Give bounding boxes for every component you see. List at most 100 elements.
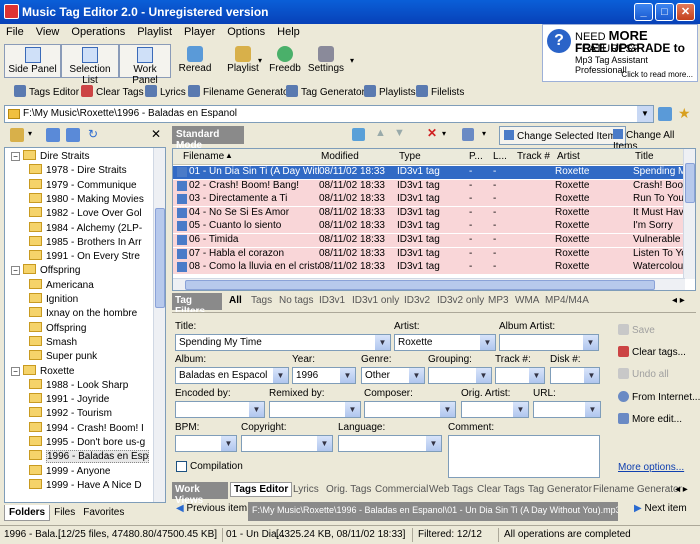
disk-dropdown-icon[interactable]: ▼: [584, 368, 599, 383]
tree-node[interactable]: 1979 - Communique: [29, 178, 137, 193]
playlist-dropdown-icon[interactable]: ▾: [258, 56, 262, 65]
work-panel-button[interactable]: Work Panel: [119, 44, 171, 86]
clear-tags-button[interactable]: Clear Tags: [81, 85, 144, 98]
tree-node[interactable]: 1996 - Baladas en Esp: [29, 450, 150, 464]
col-filename[interactable]: Filename: [183, 151, 224, 162]
col-track[interactable]: Track #: [517, 151, 550, 162]
tab-folders[interactable]: Folders: [4, 505, 51, 521]
move-down-icon[interactable]: ▼: [394, 127, 405, 139]
folder-tree[interactable]: − Dire Straits 1978 - Dire Straits 1979 - C…: [4, 147, 166, 503]
filter-no-tags[interactable]: No tags: [279, 295, 313, 306]
disk-field[interactable]: ▼: [550, 367, 600, 384]
album-artist-field[interactable]: ▼: [499, 334, 599, 351]
previous-item-button[interactable]: ◀ Previous item: [176, 503, 247, 514]
tree-node[interactable]: Super punk: [29, 350, 97, 364]
table-row[interactable]: 03 - Directamente a Ti 08/11/02 18:33 ID3v…: [173, 193, 685, 207]
lyrics-button[interactable]: Lyrics: [145, 85, 186, 98]
copyright-dropdown-icon[interactable]: ▼: [317, 436, 332, 451]
selection-list-button[interactable]: Selection List: [61, 44, 119, 86]
composer-dropdown-icon[interactable]: ▼: [440, 402, 455, 417]
add-folder-icon[interactable]: [46, 128, 60, 142]
language-field[interactable]: ▼: [338, 435, 442, 452]
folder-dropdown-icon[interactable]: ▾: [28, 129, 32, 138]
encoded-by-field[interactable]: ▼: [175, 401, 265, 418]
promo-read-more-link[interactable]: Click to read more...: [621, 70, 693, 79]
remixed-by-dropdown-icon[interactable]: ▼: [345, 402, 360, 417]
grouping-dropdown-icon[interactable]: ▼: [476, 368, 491, 383]
grid-vscroll-thumb[interactable]: [685, 163, 695, 203]
url-field[interactable]: ▼: [533, 401, 601, 418]
filter-id3v1-only[interactable]: ID3v1 only: [352, 295, 399, 306]
filter-wma[interactable]: WMA: [515, 295, 539, 306]
col-title[interactable]: Title: [635, 151, 654, 162]
mode-label[interactable]: Standard Mode: [172, 126, 244, 151]
bpm-field[interactable]: ▼: [175, 435, 237, 452]
collapse-icon[interactable]: −: [11, 266, 20, 276]
tree-node[interactable]: − Roxette: [11, 364, 74, 379]
tree-node[interactable]: Offspring: [29, 321, 86, 336]
table-row[interactable]: 05 - Cuanto lo siento 08/11/02 18:33 ID3v1…: [173, 220, 685, 234]
settings-button[interactable]: Settings: [306, 44, 346, 78]
file-grid[interactable]: Filename ▲ Modified Type P... L... Track…: [172, 148, 696, 291]
star-icon[interactable]: ★: [678, 105, 691, 122]
list-dropdown-icon[interactable]: ▾: [482, 129, 486, 138]
bpm-dropdown-icon[interactable]: ▼: [221, 436, 236, 451]
tree-node[interactable]: Ixnay on the hombre: [29, 307, 137, 321]
orig-artist-field[interactable]: ▼: [461, 401, 529, 418]
table-row[interactable]: 08 - Como la lluvia en el cristal 08/11/0…: [173, 261, 685, 275]
title-dropdown-icon[interactable]: ▼: [375, 335, 390, 350]
tags-editor-button[interactable]: Tags Editor: [14, 85, 79, 98]
next-item-button[interactable]: ▶ Next item: [634, 503, 687, 514]
menu-player[interactable]: Player: [178, 24, 221, 38]
view-clear-tags[interactable]: Clear Tags: [477, 484, 525, 495]
filter-scroll-icon[interactable]: ◂ ▸: [672, 295, 685, 306]
view-filename-generator[interactable]: Filename Generator: [593, 484, 682, 495]
tree-node[interactable]: 1985 - Brothers In Arr: [29, 235, 142, 250]
remixed-by-field[interactable]: ▼: [269, 401, 361, 418]
table-row[interactable]: 07 - Habla el corazon 08/11/02 18:33 ID3v1…: [173, 247, 685, 261]
track-field[interactable]: ▼: [495, 367, 545, 384]
change-all-items-button[interactable]: Change All Items: [609, 126, 696, 152]
tree-node[interactable]: − Offspring: [11, 264, 80, 278]
tree-node[interactable]: Smash: [29, 335, 77, 350]
path-dropdown-icon[interactable]: ▼: [637, 106, 653, 122]
copyright-field[interactable]: ▼: [241, 435, 333, 452]
views-scroll-icon[interactable]: ◂ ▸: [675, 484, 688, 495]
tree-node[interactable]: 1988 - Look Sharp: [29, 378, 128, 393]
more-options-link[interactable]: More options...: [618, 462, 684, 473]
table-row[interactable]: 04 - No Se Si Es Amor 08/11/02 18:33 ID3v1…: [173, 206, 685, 220]
delete-dropdown-icon[interactable]: ▾: [442, 129, 446, 138]
tree-node[interactable]: Ignition: [29, 293, 78, 307]
genre-field[interactable]: Other ▼: [361, 367, 425, 384]
tree-scroll-thumb[interactable]: [155, 208, 165, 308]
tree-node[interactable]: 1994 - Crash! Boom! I: [29, 421, 144, 436]
list-icon[interactable]: [462, 128, 474, 141]
encoded-by-dropdown-icon[interactable]: ▼: [249, 402, 264, 417]
url-dropdown-icon[interactable]: ▼: [585, 402, 600, 417]
move-up-icon[interactable]: ▲: [375, 127, 386, 139]
col-modified[interactable]: Modified: [321, 151, 359, 162]
genre-dropdown-icon[interactable]: ▼: [409, 368, 424, 383]
tree-node[interactable]: 1999 - Have A Nice D: [29, 478, 142, 493]
menu-playlist[interactable]: Playlist: [131, 24, 178, 38]
delete-icon[interactable]: ✕: [427, 126, 437, 140]
filename-generator-button[interactable]: Filename Generator: [188, 85, 292, 98]
view-lyrics[interactable]: Lyrics: [293, 484, 319, 495]
table-row[interactable]: 02 - Crash! Boom! Bang! 08/11/02 18:33 ID3…: [173, 179, 685, 193]
view-tags-editor[interactable]: Tags Editor: [230, 482, 293, 497]
compilation-checkbox[interactable]: [176, 461, 187, 472]
include-subfolders-icon[interactable]: [66, 128, 80, 142]
tree-node[interactable]: 1984 - Alchemy (2LP-: [29, 221, 142, 236]
folder-up-icon[interactable]: [10, 128, 24, 142]
path-input[interactable]: F:\My Music\Roxette\1996 - Baladas en Es…: [4, 105, 654, 123]
album-artist-dropdown-icon[interactable]: ▼: [583, 335, 598, 350]
tree-node[interactable]: − Dire Straits: [11, 150, 89, 164]
grouping-field[interactable]: ▼: [428, 367, 492, 384]
clear-tags-action[interactable]: Clear tags...: [618, 346, 686, 358]
col-artist[interactable]: Artist: [557, 151, 580, 162]
col-l[interactable]: L...: [493, 151, 507, 162]
view-commercial[interactable]: Commercial: [375, 484, 428, 495]
filter-id3v2[interactable]: ID3v2: [404, 295, 430, 306]
year-field[interactable]: 1996 ▼: [292, 367, 356, 384]
grid-hscrollbar[interactable]: [173, 278, 685, 290]
